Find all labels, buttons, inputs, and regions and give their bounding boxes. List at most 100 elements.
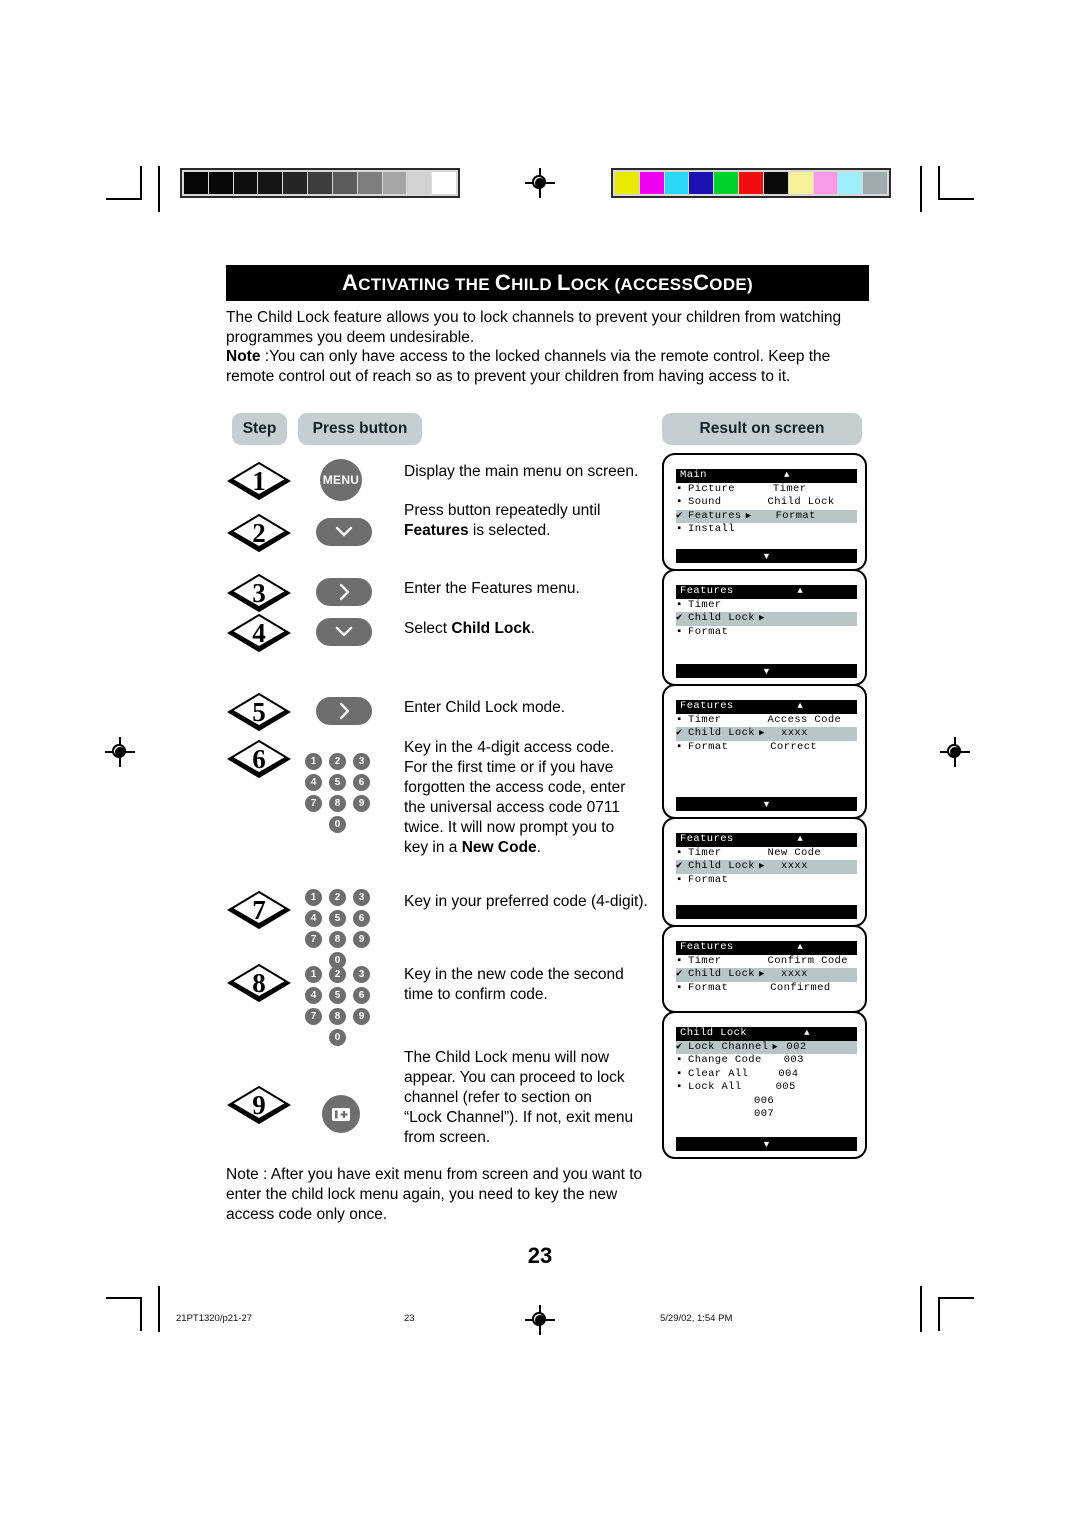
status-button[interactable] — [322, 1095, 360, 1133]
scroll-up-icon[interactable]: ▲ — [783, 585, 803, 598]
cursor-right-button-step5[interactable] — [316, 697, 372, 725]
keypad-key-8[interactable]: 8 — [329, 795, 346, 812]
crop-mark-bottom-right-rule — [920, 1286, 922, 1332]
keypad-key-2[interactable]: 2 — [329, 753, 346, 770]
crop-mark-top-right-v — [938, 166, 940, 200]
keypad-key-9[interactable]: 9 — [353, 1008, 370, 1025]
keypad-key-0[interactable]: 0 — [329, 816, 346, 833]
step-8-description: Key in the new code the second time to c… — [404, 965, 654, 1005]
menu-button[interactable]: MENU — [320, 459, 362, 501]
osd-menu-item[interactable]: ▪ Timer — [676, 599, 857, 612]
osd-menu-item[interactable]: ✔ Child Lock ▶ xxxx — [676, 968, 857, 982]
keypad-key-2[interactable]: 2 — [329, 889, 346, 906]
keypad-key-5[interactable]: 5 — [329, 987, 346, 1004]
osd-menu-item[interactable]: ▪ Format — [676, 626, 857, 639]
numeric-keypad-step6[interactable]: 123 456 7890 — [305, 753, 385, 837]
osd-menu-item[interactable]: ▪ Install — [676, 523, 857, 536]
bullet-icon: ▪ — [676, 599, 683, 612]
osd-item-value: New Code — [767, 847, 822, 860]
osd-menu: Main ▲ ▪ Picture Timer ▪ Sound Child Lock ✔ Featu… — [676, 469, 857, 537]
osd-item-label: Format — [688, 740, 729, 753]
scroll-down-bar[interactable]: ▼ — [676, 549, 857, 563]
osd-item-label: Change Code — [688, 1054, 762, 1067]
keypad-key-6[interactable]: 6 — [353, 774, 370, 791]
osd-menu-item[interactable]: ▪ Format — [676, 874, 857, 887]
osd-menu-item[interactable]: ▪ Timer Access Code — [676, 714, 857, 727]
note-label: Note — [226, 348, 261, 365]
keypad-key-9[interactable]: 9 — [353, 931, 370, 948]
step-2-description: Press button repeatedly until Features i… — [404, 501, 654, 541]
keypad-key-2[interactable]: 2 — [329, 966, 346, 983]
keypad-key-3[interactable]: 3 — [353, 966, 370, 983]
keypad-key-1[interactable]: 1 — [305, 753, 322, 770]
osd-menu-item[interactable]: ▪ Timer Confirm Code — [676, 955, 857, 968]
scroll-up-icon[interactable]: ▲ — [783, 833, 803, 846]
osd-item-label: Format — [688, 873, 729, 886]
step-8-line-2: time to confirm code. — [404, 986, 548, 1003]
note-line-1: :You can only have access to the locked … — [260, 348, 831, 365]
scroll-up-icon[interactable]: ▲ — [783, 700, 803, 713]
osd-menu-item[interactable]: ✔ Child Lock ▶ xxxx — [676, 860, 857, 874]
cursor-right-button-step3[interactable] — [316, 578, 372, 606]
keypad-key-5[interactable]: 5 — [329, 910, 346, 927]
osd-menu-item[interactable]: ✔ Child Lock ▶ xxxx — [676, 727, 857, 741]
osd-menu-item[interactable]: 006 — [676, 1095, 857, 1108]
scroll-up-icon[interactable]: ▲ — [783, 941, 803, 954]
osd-item-label: Clear All — [688, 1067, 749, 1080]
step-6-line-4: the universal access code 0711 — [404, 799, 620, 816]
osd-menu-item[interactable]: ▪ Lock All 005 — [676, 1081, 857, 1094]
keypad-key-4[interactable]: 4 — [305, 910, 322, 927]
keypad-key-8[interactable]: 8 — [329, 931, 346, 948]
osd-item-label: Child Lock — [688, 860, 756, 873]
osd-menu: Features ▲ ▪ Timer New Code ✔ Child Lock ▶ xxxx ▪… — [676, 833, 857, 887]
osd-item-value: 003 — [783, 1054, 804, 1067]
scroll-down-bar[interactable]: ▼ — [676, 797, 857, 811]
keypad-key-6[interactable]: 6 — [353, 910, 370, 927]
scroll-down-bar[interactable]: ▼ — [676, 1137, 857, 1151]
osd-menu-item[interactable]: ✔ Features ▶ Format — [676, 509, 857, 524]
keypad-key-7[interactable]: 7 — [305, 795, 322, 812]
osd-menu-item[interactable]: ✔ Child Lock ▶ — [676, 612, 857, 626]
osd-menu-item[interactable]: ▪ Picture Timer — [676, 483, 857, 496]
keypad-key-0[interactable]: 0 — [329, 1029, 346, 1046]
scroll-down-bar[interactable]: ▼ — [676, 664, 857, 678]
tv-screen-4: Features ▲ ▪ Timer New Code ✔ Child Lock ▶ xxxx ▪… — [662, 817, 867, 927]
osd-menu-item[interactable]: ✔ Lock Channel ▶ 002 — [676, 1041, 857, 1055]
osd-menu-item[interactable]: ▪ Format Confirmed — [676, 982, 857, 995]
osd-menu-item[interactable]: ▪ Format Correct — [676, 741, 857, 754]
scroll-up-icon[interactable]: ▲ — [770, 469, 790, 482]
calibration-swatch — [863, 172, 887, 194]
numeric-keypad-step8[interactable]: 123 456 7890 — [305, 966, 385, 1050]
keypad-key-9[interactable]: 9 — [353, 795, 370, 812]
printer-footer-file: 21PT1320/p21-27 — [176, 1313, 253, 1324]
crop-mark-bottom-right-v — [938, 1297, 940, 1331]
osd-menu-item[interactable]: 007 — [676, 1108, 857, 1121]
calibration-swatch — [184, 172, 208, 194]
osd-item-value: 005 — [775, 1081, 796, 1094]
calibration-swatch — [208, 172, 233, 194]
cursor-down-button[interactable] — [316, 518, 372, 546]
keypad-key-4[interactable]: 4 — [305, 987, 322, 1004]
keypad-key-7[interactable]: 7 — [305, 931, 322, 948]
keypad-key-6[interactable]: 6 — [353, 987, 370, 1004]
osd-menu-item[interactable]: ▪ Sound Child Lock — [676, 496, 857, 509]
cursor-down-button-step4[interactable] — [316, 618, 372, 646]
keypad-key-3[interactable]: 3 — [353, 889, 370, 906]
scroll-down-bar[interactable] — [676, 905, 857, 919]
bullet-icon: ▪ — [676, 1081, 683, 1094]
keypad-key-3[interactable]: 3 — [353, 753, 370, 770]
crop-mark-top-right-rule — [920, 166, 922, 212]
keypad-key-5[interactable]: 5 — [329, 774, 346, 791]
keypad-key-8[interactable]: 8 — [329, 1008, 346, 1025]
keypad-key-4[interactable]: 4 — [305, 774, 322, 791]
numeric-keypad-step7[interactable]: 1234567890 — [305, 889, 385, 973]
osd-menu-item[interactable]: ▪ Clear All 004 — [676, 1068, 857, 1081]
keypad-key-1[interactable]: 1 — [305, 889, 322, 906]
intro-line-1: The Child Lock feature allows you to loc… — [226, 309, 842, 326]
osd-menu-item[interactable]: ▪ Change Code 003 — [676, 1054, 857, 1067]
bullet-icon: ▪ — [676, 847, 683, 860]
keypad-key-1[interactable]: 1 — [305, 966, 322, 983]
osd-menu-item[interactable]: ▪ Timer New Code — [676, 847, 857, 860]
scroll-up-icon[interactable]: ▲ — [790, 1027, 810, 1040]
keypad-key-7[interactable]: 7 — [305, 1008, 322, 1025]
